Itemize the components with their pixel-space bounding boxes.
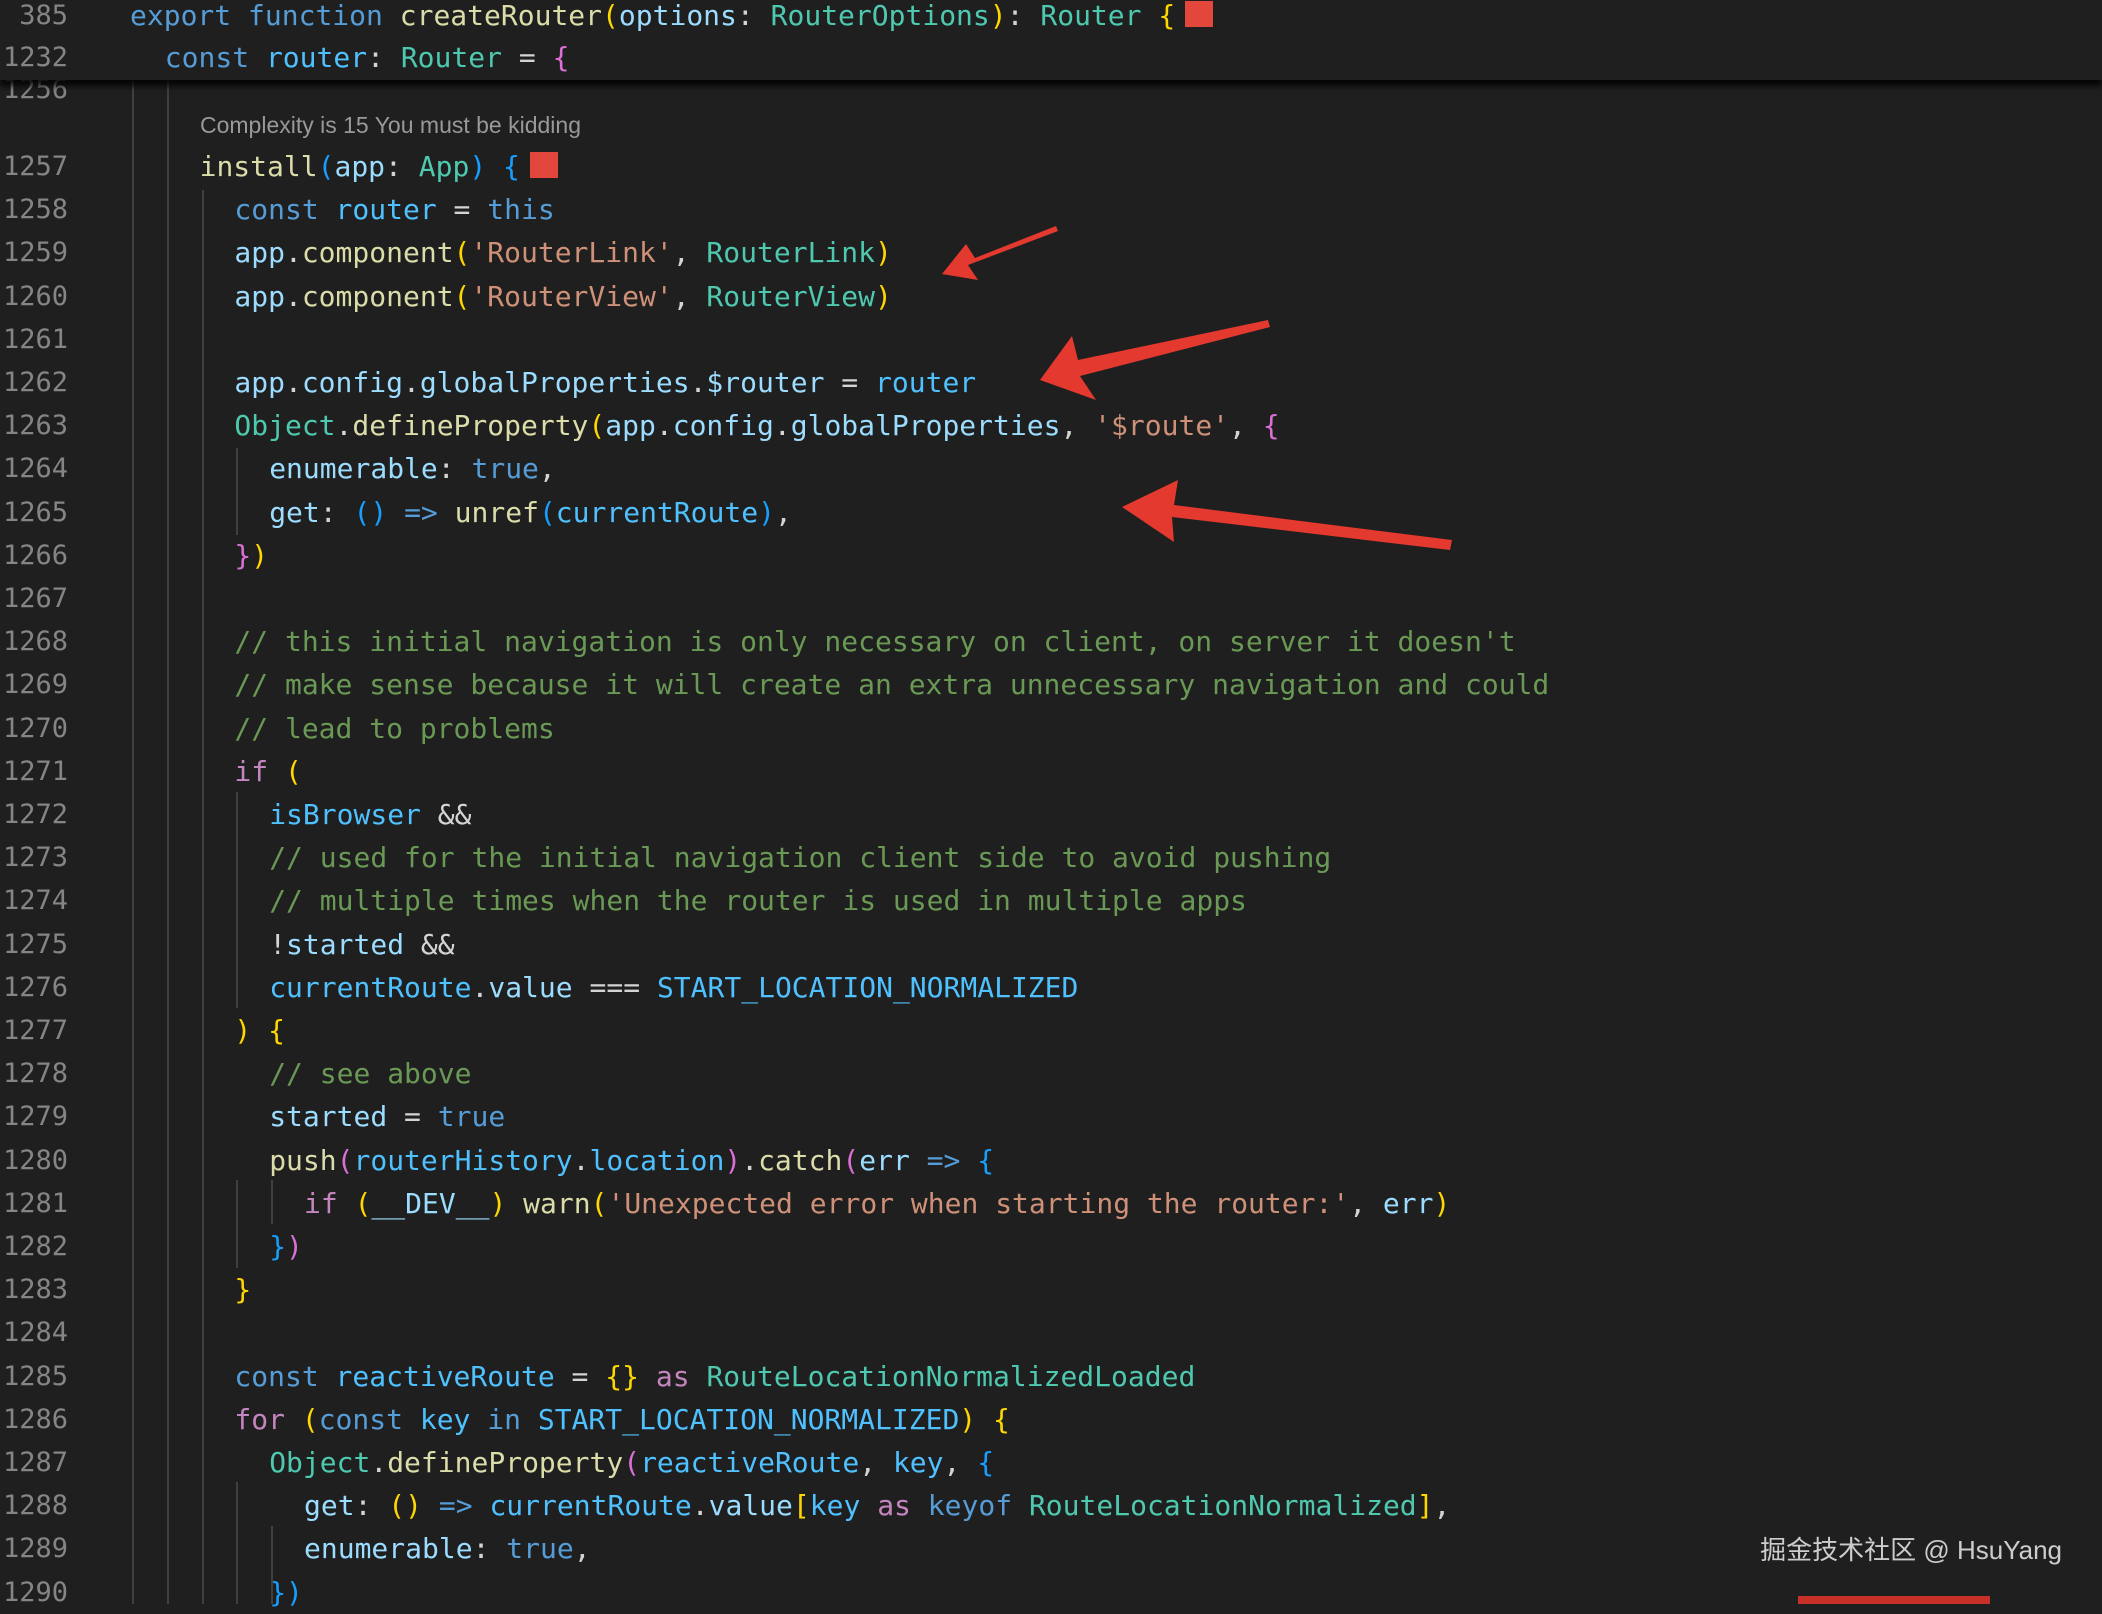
red-arrow: [1122, 480, 1452, 550]
red-arrow: [1040, 320, 1270, 400]
red-arrow: [942, 226, 1058, 280]
code-editor[interactable]: 385 export function createRouter(options:…: [0, 0, 2102, 1609]
annotation-arrows: [942, 226, 1452, 550]
